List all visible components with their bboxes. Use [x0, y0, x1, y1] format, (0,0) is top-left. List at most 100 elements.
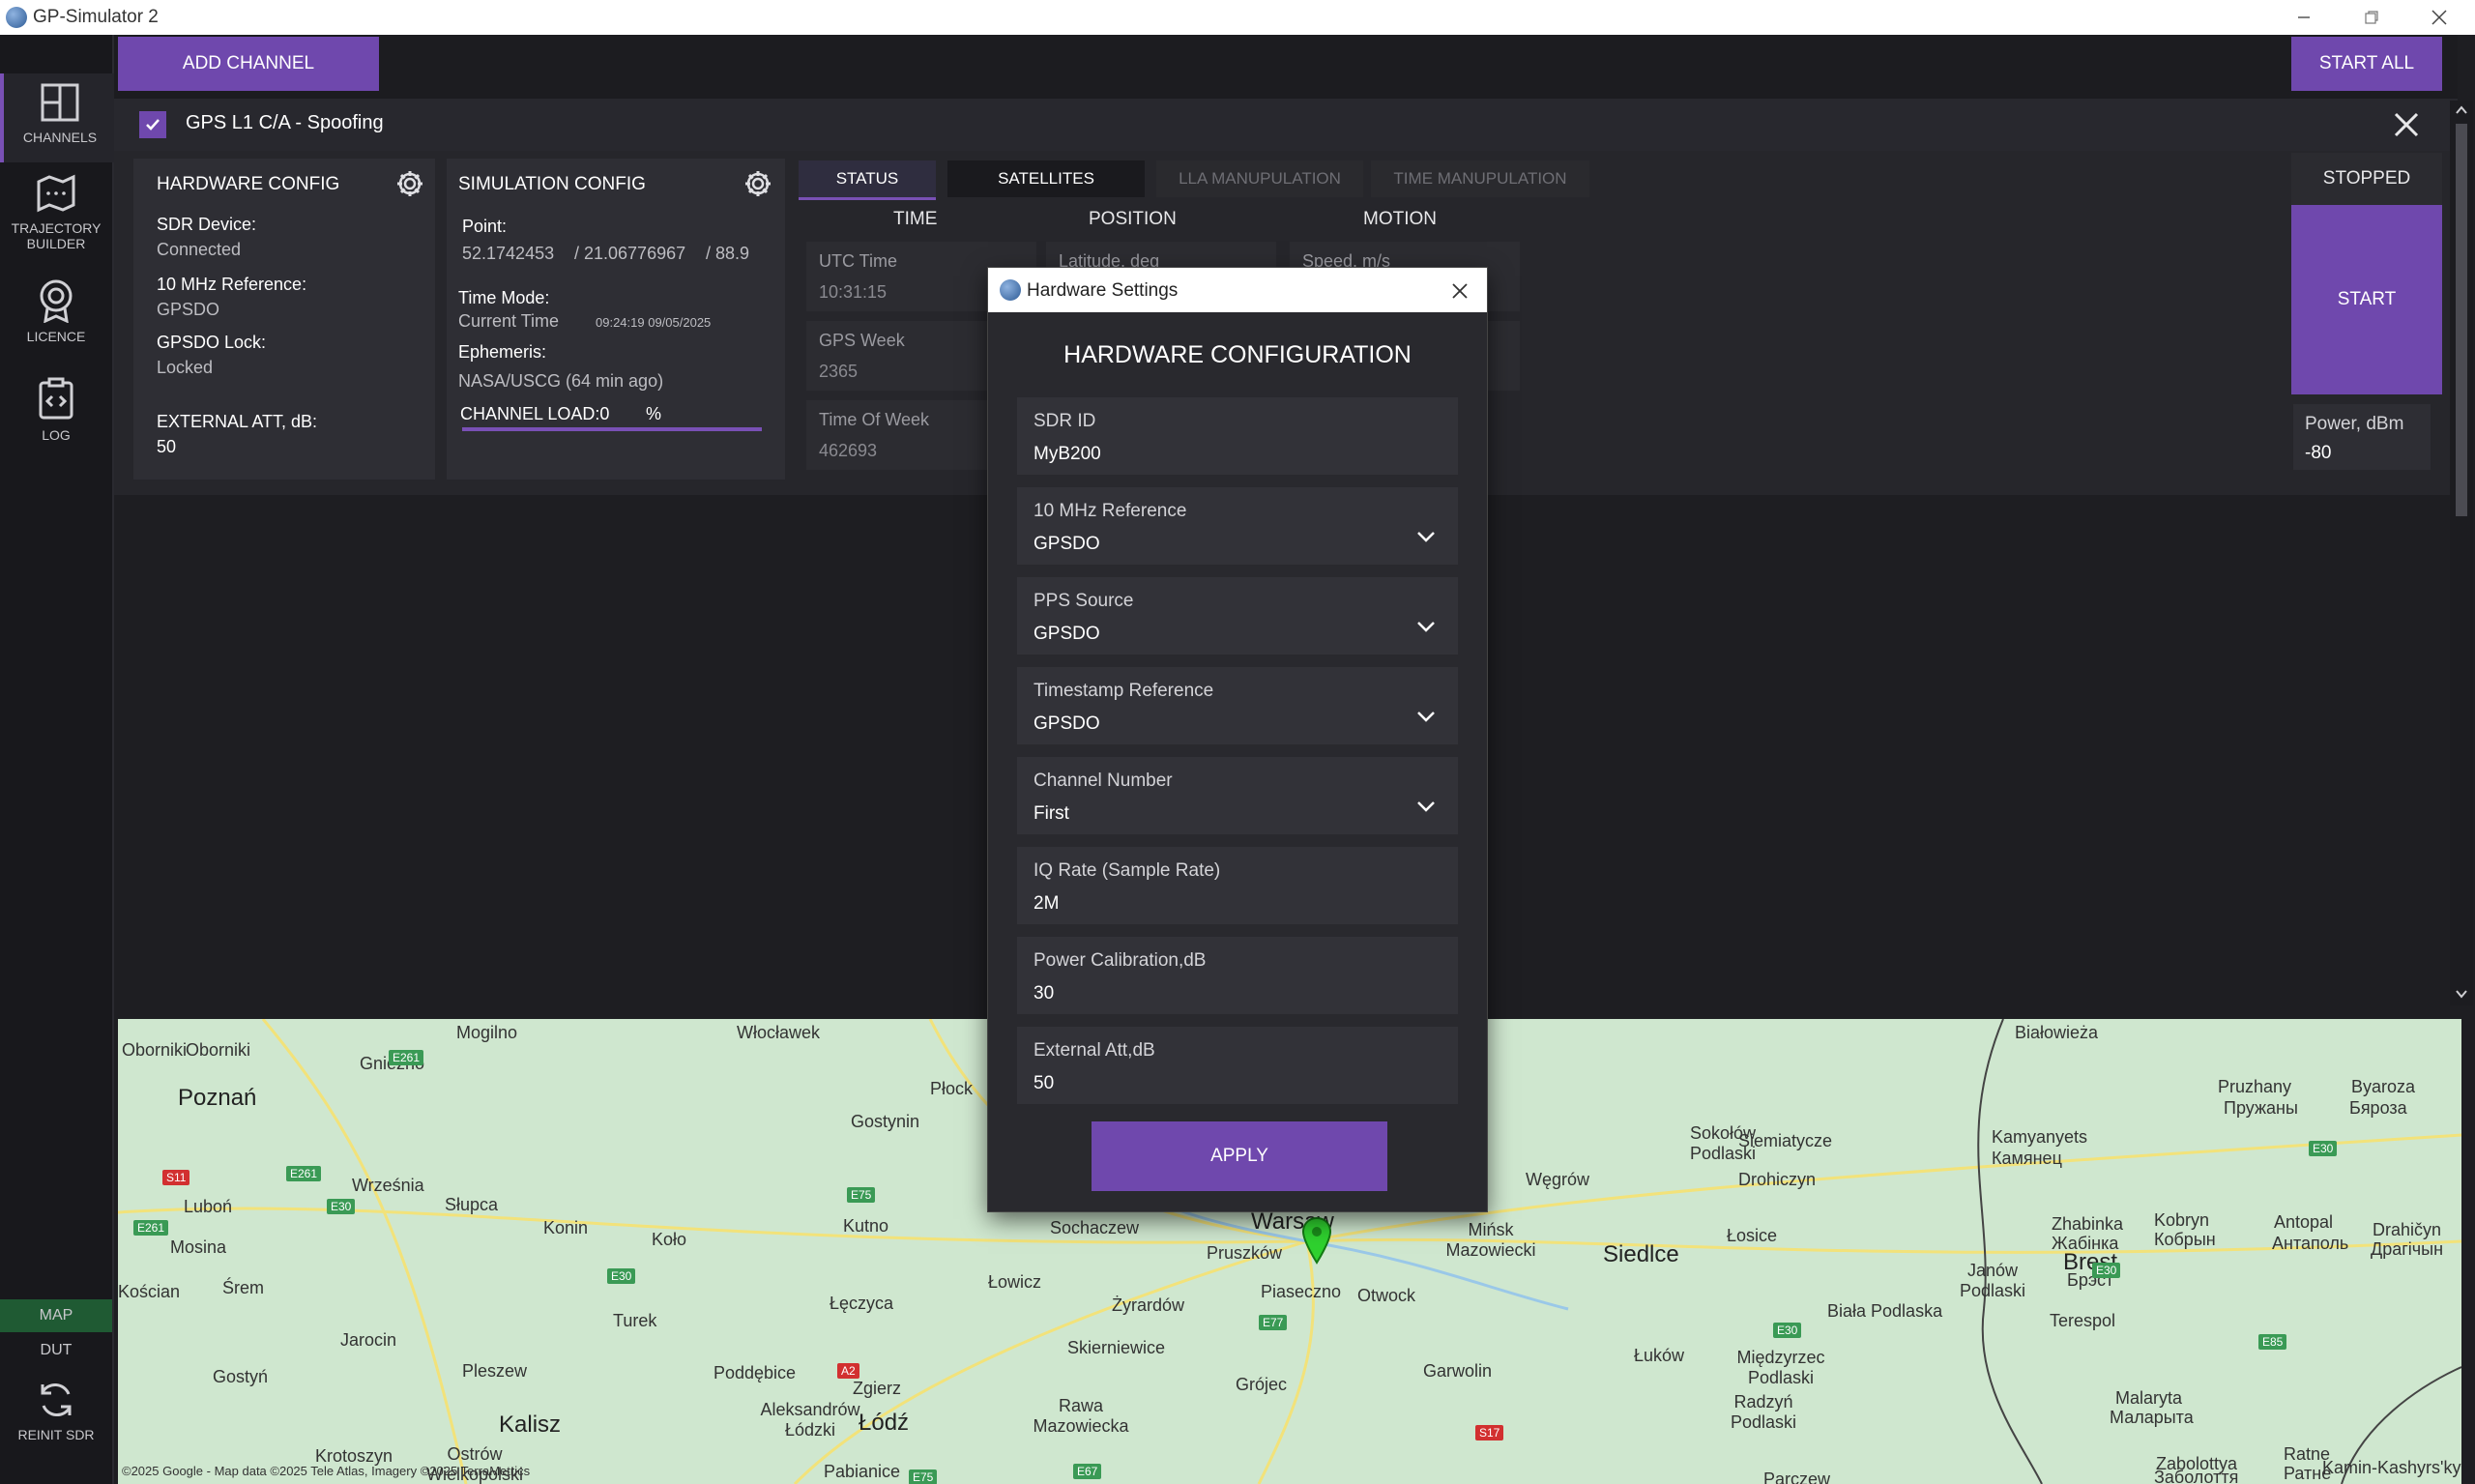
map-label: Parczew [1763, 1469, 1831, 1484]
sidebar-item-channels[interactable]: CHANNELS [0, 73, 116, 162]
map-attribution: ©2025 Google - Map data ©2025 Tele Atlas… [122, 1464, 531, 1478]
sidebar-item-label-line2: BUILDER [26, 236, 86, 251]
app-logo-icon [6, 7, 27, 28]
start-all-button[interactable]: START ALL [2291, 37, 2442, 91]
time-mode-label: Time Mode: [458, 288, 550, 307]
map-label: Бяроза [2349, 1098, 2407, 1118]
channel-number-select[interactable]: Channel Number First [1017, 757, 1458, 834]
ephemeris-label: Ephemeris: [458, 342, 547, 362]
field-value[interactable]: 30 [1034, 983, 1054, 1004]
map-label: Łowicz [988, 1272, 1042, 1292]
road-shield: E30 [607, 1268, 636, 1284]
channel-enabled-checkbox[interactable] [139, 111, 166, 138]
time-header: TIME [893, 209, 938, 229]
location-pin-icon [1301, 1216, 1332, 1265]
power-calibration-field[interactable]: Power Calibration,dB 30 [1017, 937, 1458, 1014]
road-shield: E261 [133, 1220, 169, 1236]
map-label: Antopal [2274, 1212, 2334, 1232]
sdr-id-field[interactable]: SDR ID MyB200 [1017, 397, 1458, 475]
hardware-config-title: HARDWARE CONFIG [157, 174, 340, 194]
reinit-sdr-button[interactable]: REINIT SDR [0, 1379, 112, 1456]
map-label: Антаполь [2272, 1234, 2349, 1253]
tab-time-manipulation[interactable]: TIME MANUPULATION [1371, 160, 1589, 197]
channel-state-badge: STOPPED [2291, 153, 2442, 205]
map-label: Garwolin [1423, 1361, 1493, 1381]
map-label: Kobryn [2154, 1210, 2210, 1230]
dialog-title-bar: Hardware Settings [988, 268, 1487, 312]
field-label: Channel Number [1034, 771, 1173, 791]
map-label: Koło [652, 1230, 687, 1249]
map-label: Grójec [1236, 1375, 1288, 1394]
tab-lla-manipulation[interactable]: LLA MANUPULATION [1156, 160, 1363, 197]
map-label: Mińsk Mazowiecki [1445, 1220, 1536, 1260]
sidebar-item-licence[interactable]: LICENCE [0, 278, 112, 346]
ref-value: GPSDO [157, 300, 220, 319]
road-shield: A2 [837, 1363, 859, 1379]
map-label: Piaseczno [1261, 1282, 1342, 1301]
field-value[interactable]: 2M [1034, 893, 1059, 915]
vertical-scrollbar[interactable] [2450, 101, 2473, 1005]
channel-load-bar [462, 427, 762, 431]
remove-channel-button[interactable] [2390, 108, 2423, 141]
map-label: Kutno [843, 1216, 889, 1236]
chevron-down-icon [1417, 712, 1435, 722]
field-label: PPS Source [1034, 591, 1134, 611]
road-shield: E67 [1073, 1464, 1102, 1479]
close-window-button[interactable] [2405, 0, 2473, 35]
log-code-icon [39, 377, 73, 420]
road-shield: E75 [847, 1187, 876, 1203]
map-toggle-button[interactable]: MAP [0, 1299, 112, 1332]
ten-mhz-reference-select[interactable]: 10 MHz Reference GPSDO [1017, 487, 1458, 565]
checkmark-icon [146, 119, 160, 131]
utc-time-label: UTC Time [819, 251, 897, 271]
add-channel-button[interactable]: ADD CHANNEL [118, 37, 379, 91]
map-label: Jarocin [340, 1330, 397, 1350]
ref-label: 10 MHz Reference: [157, 275, 307, 294]
channel-load-unit: % [646, 404, 662, 423]
field-label: IQ Rate (Sample Rate) [1034, 860, 1221, 881]
position-header: POSITION [1089, 209, 1177, 229]
scrollbar-thumb[interactable] [2456, 124, 2467, 516]
map-label: Жабінка [2052, 1234, 2119, 1253]
channels-grid-icon [41, 83, 79, 122]
tab-satellites[interactable]: SATELLITES [947, 160, 1145, 197]
tab-status[interactable]: STATUS [799, 160, 936, 200]
dut-toggle-button[interactable]: DUT [0, 1336, 112, 1365]
road-shield: E30 [1773, 1323, 1802, 1338]
map-label: Byaroza [2351, 1077, 2416, 1096]
map-label: Pabianice [824, 1462, 901, 1481]
point-latitude: 52.1742453 [462, 244, 555, 263]
refresh-icon [41, 1382, 72, 1417]
external-att-field[interactable]: External Att,dB 50 [1017, 1027, 1458, 1104]
minimize-button[interactable] [2270, 0, 2338, 35]
start-channel-button[interactable]: START [2291, 205, 2442, 394]
field-value: GPSDO [1034, 534, 1100, 554]
hardware-settings-button[interactable] [394, 168, 425, 199]
sidebar-item-log[interactable]: LOG [0, 377, 112, 445]
dialog-close-button[interactable] [1446, 277, 1473, 305]
pps-source-select[interactable]: PPS Source GPSDO [1017, 577, 1458, 655]
map-label: Zgierz [853, 1379, 902, 1398]
field-value[interactable]: 50 [1034, 1073, 1054, 1094]
map-label: Oborniki [186, 1040, 251, 1060]
map-label: Камянец [1992, 1149, 2062, 1168]
map-label: Konin [543, 1218, 589, 1237]
apply-button[interactable]: APPLY [1092, 1121, 1387, 1191]
field-label: Power Calibration,dB [1034, 950, 1207, 971]
field-value[interactable]: MyB200 [1034, 444, 1101, 465]
map-label: Маларыта [2110, 1408, 2194, 1427]
toolbar: ADD CHANNEL START ALL [114, 35, 2458, 99]
licence-badge-icon [40, 279, 73, 323]
map-label: Драгічын [2371, 1239, 2444, 1259]
sidebar-item-trajectory-builder[interactable]: TRAJECTORY BUILDER [0, 172, 112, 261]
map-label: Luboń [184, 1197, 233, 1216]
simulation-settings-button[interactable] [742, 168, 773, 199]
channel-name: GPS L1 C/A - Spoofing [186, 112, 384, 133]
map-label: Międzyrzec Podlaski [1736, 1348, 1825, 1387]
field-label: Timestamp Reference [1034, 681, 1214, 701]
restore-button[interactable] [2338, 0, 2405, 35]
iq-rate-field[interactable]: IQ Rate (Sample Rate) 2M [1017, 847, 1458, 924]
map-label: Płock [930, 1079, 974, 1098]
timestamp-reference-select[interactable]: Timestamp Reference GPSDO [1017, 667, 1458, 744]
map-label: Gostyń [213, 1367, 269, 1386]
